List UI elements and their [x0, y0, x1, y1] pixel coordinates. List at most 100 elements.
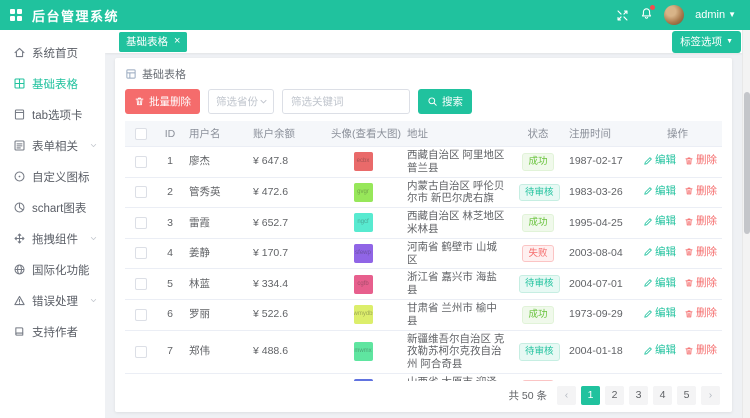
avatar-thumbnail[interactable]: sfewp — [354, 244, 373, 263]
delete-button[interactable]: 删除 — [684, 154, 717, 167]
username-label: admin — [695, 9, 725, 21]
notification-bell-icon[interactable] — [640, 7, 653, 23]
cell-register-date: 1991-09-26 — [563, 373, 633, 381]
table-row: 8丁静¥ 407.5mhwbade山西省 太原市 迎泽区失败1991-09-26… — [125, 373, 722, 381]
table-row: 3雷霞¥ 652.7ngcf西藏自治区 林芝地区 米林县成功1995-04-25… — [125, 208, 722, 239]
circle-icon — [13, 170, 26, 183]
fullscreen-icon[interactable] — [616, 9, 629, 22]
cell-id: 6 — [157, 299, 183, 330]
status-badge: 成功 — [522, 153, 553, 171]
edit-button[interactable]: 编辑 — [643, 307, 676, 320]
edit-button[interactable]: 编辑 — [643, 215, 676, 228]
pagination-page-3[interactable]: 3 — [629, 386, 648, 405]
table-row: 2管秀英¥ 472.6gvgr内蒙古自治区 呼伦贝尔市 新巴尔虎右旗待审核198… — [125, 177, 722, 208]
trash-icon — [684, 346, 694, 356]
cell-id: 8 — [157, 373, 183, 381]
delete-button[interactable]: 删除 — [684, 307, 717, 320]
avatar-thumbnail[interactable]: ecbx — [354, 152, 373, 171]
sidebar-item-5[interactable]: schart图表 — [0, 192, 105, 223]
cell-address: 内蒙古自治区 呼伦贝尔市 新巴尔虎右旗 — [401, 177, 513, 208]
sidebar-item-8[interactable]: 错误处理 — [0, 285, 105, 316]
avatar-thumbnail[interactable]: gvgr — [354, 183, 373, 202]
app-title: 后台管理系统 — [32, 6, 119, 25]
cell-register-date: 1987-02-17 — [563, 147, 633, 178]
cell-username: 罗丽 — [183, 299, 247, 330]
row-checkbox[interactable] — [135, 309, 147, 321]
avatar-thumbnail[interactable]: wmydbs — [354, 305, 373, 324]
status-badge: 失败 — [522, 245, 553, 263]
row-checkbox[interactable] — [135, 186, 147, 198]
province-filter-select[interactable]: 筛选省份 — [208, 89, 274, 114]
chevron-down-icon — [259, 97, 268, 106]
tab-close-icon[interactable]: × — [174, 36, 180, 47]
status-badge: 待审核 — [519, 343, 560, 361]
user-avatar[interactable] — [664, 5, 684, 25]
delete-button[interactable]: 删除 — [684, 277, 717, 290]
edit-button[interactable]: 编辑 — [643, 246, 676, 259]
row-checkbox[interactable] — [135, 346, 147, 358]
edit-button[interactable]: 编辑 — [643, 277, 676, 290]
user-menu[interactable]: admin ▼ — [695, 9, 736, 21]
edit-button[interactable]: 编辑 — [643, 344, 676, 357]
column-header: 状态 — [513, 121, 563, 147]
sidebar-item-7[interactable]: 国际化功能 — [0, 254, 105, 285]
tab-basetable[interactable]: 基础表格 × — [119, 32, 187, 52]
cell-id: 2 — [157, 177, 183, 208]
status-badge: 成功 — [522, 214, 553, 232]
scrollbar[interactable] — [742, 30, 750, 418]
pagination-page-4[interactable]: 4 — [653, 386, 672, 405]
row-checkbox[interactable] — [135, 156, 147, 168]
collapse-menu-icon[interactable] — [10, 9, 22, 21]
cell-balance: ¥ 522.6 — [247, 299, 325, 330]
avatar-thumbnail[interactable]: mwmx — [354, 342, 373, 361]
delete-button[interactable]: 删除 — [684, 215, 717, 228]
keyword-filter-input[interactable] — [282, 89, 410, 114]
sidebar-item-6[interactable]: 拖拽组件 — [0, 223, 105, 254]
cell-balance: ¥ 407.5 — [247, 373, 325, 381]
avatar-thumbnail[interactable]: ngcf — [354, 213, 373, 232]
edit-button[interactable]: 编辑 — [643, 185, 676, 198]
cell-address: 甘肃省 兰州市 榆中县 — [401, 299, 513, 330]
delete-button[interactable]: 删除 — [684, 185, 717, 198]
status-badge: 成功 — [522, 306, 553, 324]
globe-icon — [13, 263, 26, 276]
sidebar-item-3[interactable]: 表单相关 — [0, 130, 105, 161]
column-header: 操作 — [633, 121, 722, 147]
delete-button[interactable]: 删除 — [684, 246, 717, 259]
sidebar-item-4[interactable]: 自定义图标 — [0, 161, 105, 192]
delete-button[interactable]: 删除 — [684, 344, 717, 357]
sidebar-item-1[interactable]: 基础表格 — [0, 68, 105, 99]
edit-button[interactable]: 编辑 — [643, 154, 676, 167]
column-header: 头像(查看大图) — [325, 121, 401, 147]
pagination-page-5[interactable]: 5 — [677, 386, 696, 405]
sidebar-item-label: 自定义图标 — [32, 169, 90, 185]
row-checkbox[interactable] — [135, 247, 147, 259]
cell-balance: ¥ 652.7 — [247, 208, 325, 239]
drag-icon — [13, 232, 26, 245]
chevron-down-icon — [89, 296, 98, 305]
cell-address: 新疆维吾尔自治区 克孜勒苏柯尔克孜自治州 阿合奇县 — [401, 330, 513, 373]
cell-balance: ¥ 472.6 — [247, 177, 325, 208]
sidebar-item-9[interactable]: 支持作者 — [0, 316, 105, 347]
cell-balance: ¥ 488.6 — [247, 330, 325, 373]
sidebar-item-label: 表单相关 — [32, 138, 78, 154]
avatar-thumbnail[interactable]: cgfb — [354, 275, 373, 294]
pagination-page-2[interactable]: 2 — [605, 386, 624, 405]
batch-delete-label: 批量删除 — [149, 94, 191, 109]
pagination-page-1[interactable]: 1 — [581, 386, 600, 405]
tab-label: 基础表格 — [126, 34, 168, 49]
row-checkbox[interactable] — [135, 278, 147, 290]
sidebar-item-label: tab选项卡 — [32, 107, 83, 123]
row-checkbox[interactable] — [135, 217, 147, 229]
search-button[interactable]: 搜索 — [418, 89, 472, 114]
pagination-next-button[interactable]: › — [701, 386, 720, 405]
sidebar-item-2[interactable]: tab选项卡 — [0, 99, 105, 130]
sidebar-item-0[interactable]: 系统首页 — [0, 37, 105, 68]
cell-username: 丁静 — [183, 373, 247, 381]
pagination-prev-button[interactable]: ‹ — [557, 386, 576, 405]
table-body: 1廖杰¥ 647.8ecbx西藏自治区 阿里地区 普兰县成功1987-02-17… — [125, 147, 722, 382]
batch-delete-button[interactable]: 批量删除 — [125, 89, 200, 114]
select-all-checkbox[interactable] — [135, 128, 147, 140]
scrollbar-thumb[interactable] — [744, 92, 750, 234]
tag-options-button[interactable]: 标签选项 ▼ — [672, 31, 741, 53]
